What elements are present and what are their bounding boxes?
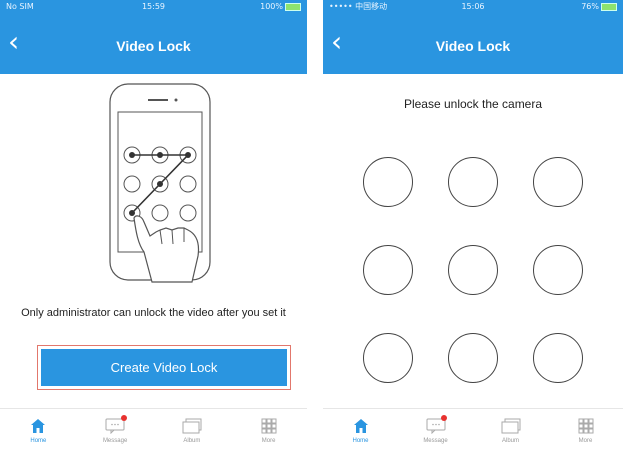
tab-label: Home [30,438,47,444]
pattern-dot[interactable] [448,245,498,295]
tab-home[interactable]: Home [323,409,398,457]
phone-pattern-illustration [109,83,211,283]
tab-label: Album [501,438,519,444]
pattern-dot[interactable] [448,333,498,383]
tab-label: Message [423,438,448,444]
pattern-dot[interactable] [533,333,583,383]
pattern-dot[interactable] [363,157,413,207]
tab-message[interactable]: Message [398,409,473,457]
pattern-dot[interactable] [363,333,413,383]
right-screen: ••••• 中国移动 15:06 76% ‹ Video Lock Please… [323,0,623,457]
pattern-dot[interactable] [533,157,583,207]
tab-home[interactable]: Home [0,409,77,457]
tab-message[interactable]: Message [77,409,154,457]
tab-more[interactable]: More [230,409,307,457]
pattern-grid[interactable] [323,150,623,400]
album-icon [501,418,520,434]
battery-status: 76% [581,0,617,14]
notification-badge [120,415,127,421]
create-video-lock-button[interactable]: Create Video Lock [41,349,287,386]
tab-bar: Home Message Album More [323,408,623,457]
status-time: 15:06 [461,2,485,11]
pattern-dot[interactable] [533,245,583,295]
battery-icon [285,2,301,11]
create-button-highlight: Create Video Lock [37,345,291,390]
tab-label: Home [352,438,369,444]
more-grid-icon [578,418,593,434]
left-screen: No SIM 15:59 100% ‹ Video Lock Only admi… [0,0,307,457]
screen-divider [307,0,323,457]
status-bar: No SIM 15:59 100% [0,0,307,14]
more-grid-icon [261,418,277,434]
home-icon [353,419,368,433]
tab-label: More [261,438,276,444]
tab-label: Message [102,438,128,444]
nav-bar: ‹ Video Lock [323,14,623,74]
battery-percent: 100% [260,2,283,11]
tab-album[interactable]: Album [473,409,548,457]
page-title: Video Lock [116,38,191,54]
tab-label: Album [183,438,201,444]
tab-album[interactable]: Album [154,409,231,457]
pattern-dot[interactable] [363,245,413,295]
unlock-prompt: Please unlock the camera [403,97,543,111]
tab-bar: Home Message Album More [0,408,307,457]
nav-bar: ‹ Video Lock [0,14,307,74]
tab-more[interactable]: More [548,409,623,457]
description-text: Only administrator can unlock the video … [21,307,286,319]
notification-badge [441,415,447,421]
tab-label: More [578,438,593,444]
page-title: Video Lock [435,38,511,54]
battery-percent: 76% [581,2,599,11]
battery-status: 100% [260,0,301,14]
status-bar: ••••• 中国移动 15:06 76% [323,0,623,14]
battery-icon [601,2,617,11]
pattern-dot[interactable] [448,157,498,207]
album-icon [182,418,202,434]
home-icon [31,419,46,433]
